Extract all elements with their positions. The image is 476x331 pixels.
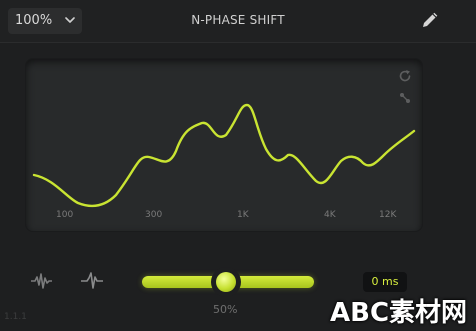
- version-text: 1.1.1: [4, 312, 27, 322]
- phase-slider-thumb[interactable]: [216, 272, 236, 292]
- phase-curve-svg: [32, 103, 416, 208]
- plugin-window: 100% N-PHASE SHIFT 100 300 1K 4K 12K 50%…: [0, 0, 476, 331]
- refresh-icon[interactable]: [398, 69, 412, 83]
- phase-curve: [32, 103, 416, 208]
- freq-label-4k: 4K: [324, 210, 336, 220]
- top-bar: 100% N-PHASE SHIFT: [0, 0, 476, 43]
- pencil-icon[interactable]: [421, 12, 438, 29]
- freq-label-1k: 1K: [237, 210, 249, 220]
- freq-label-100: 100: [56, 210, 74, 220]
- frequency-graph[interactable]: 100 300 1K 4K 12K: [26, 59, 422, 231]
- freq-label-12k: 12K: [379, 210, 397, 220]
- freq-label-300: 300: [145, 210, 163, 220]
- waveform-icon[interactable]: [26, 266, 56, 296]
- waveform-icon[interactable]: [77, 266, 107, 296]
- phase-slider-value: 50%: [213, 303, 238, 316]
- delay-value-field[interactable]: 0 ms: [363, 272, 407, 292]
- watermark-logo: ABC素材网: [330, 298, 468, 328]
- plugin-title: N-PHASE SHIFT: [191, 13, 285, 27]
- nodes-icon[interactable]: [398, 91, 412, 105]
